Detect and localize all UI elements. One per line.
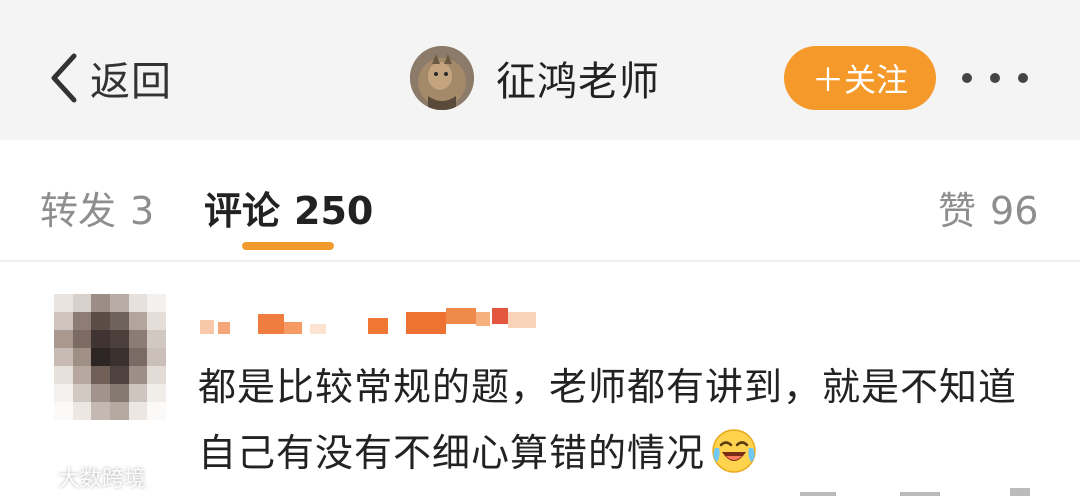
more-dot-icon <box>1018 73 1028 83</box>
comment-body: 都是比较常规的题，老师都有讲到，就是不知道自己有没有不细心算错的情况 <box>198 354 1048 486</box>
profile-name[interactable]: 征鸿老师 <box>496 49 660 107</box>
tab-likes-count: 96 <box>990 189 1039 233</box>
back-label: 返回 <box>90 59 172 105</box>
tab-comments-count: 250 <box>294 189 374 233</box>
laughing-crying-emoji-icon <box>712 429 756 473</box>
more-options-button[interactable] <box>962 66 1028 90</box>
tab-reposts-count: 3 <box>130 189 155 233</box>
next-comment-actions-partial <box>800 488 1030 496</box>
profile-avatar[interactable] <box>410 46 474 110</box>
tab-likes[interactable]: 赞 96 <box>938 180 1038 235</box>
tab-bar: 转发 3 评论 250 赞 96 <box>0 140 1080 260</box>
tab-comments[interactable]: 评论 250 <box>204 180 373 235</box>
more-dot-icon <box>990 73 1000 83</box>
follow-button[interactable]: ＋关注 <box>784 46 936 110</box>
watermark: 大数跨境 <box>10 462 146 492</box>
chevron-left-icon <box>51 53 77 103</box>
tab-likes-label: 赞 <box>938 189 977 233</box>
comment-text: 都是比较常规的题，老师都有讲到，就是不知道自己有没有不细心算错的情况 <box>198 365 1018 475</box>
watermark-text: 大数跨境 <box>58 467 147 492</box>
active-tab-indicator <box>242 242 334 250</box>
divider <box>0 260 1080 262</box>
commenter-username-redacted[interactable] <box>200 308 540 334</box>
tab-reposts-label: 转发 <box>40 189 117 233</box>
watermark-logo-icon <box>12 467 52 486</box>
back-button[interactable]: 返回 <box>46 48 172 108</box>
more-dot-icon <box>962 73 972 83</box>
top-bar: 返回 征鸿老师 ＋关注 <box>0 0 1080 140</box>
tab-reposts[interactable]: 转发 3 <box>40 180 154 235</box>
commenter-avatar[interactable] <box>54 294 166 420</box>
profile-header[interactable]: 征鸿老师 <box>410 46 660 110</box>
cat-avatar-image <box>410 46 474 110</box>
tab-comments-label: 评论 <box>204 189 281 233</box>
